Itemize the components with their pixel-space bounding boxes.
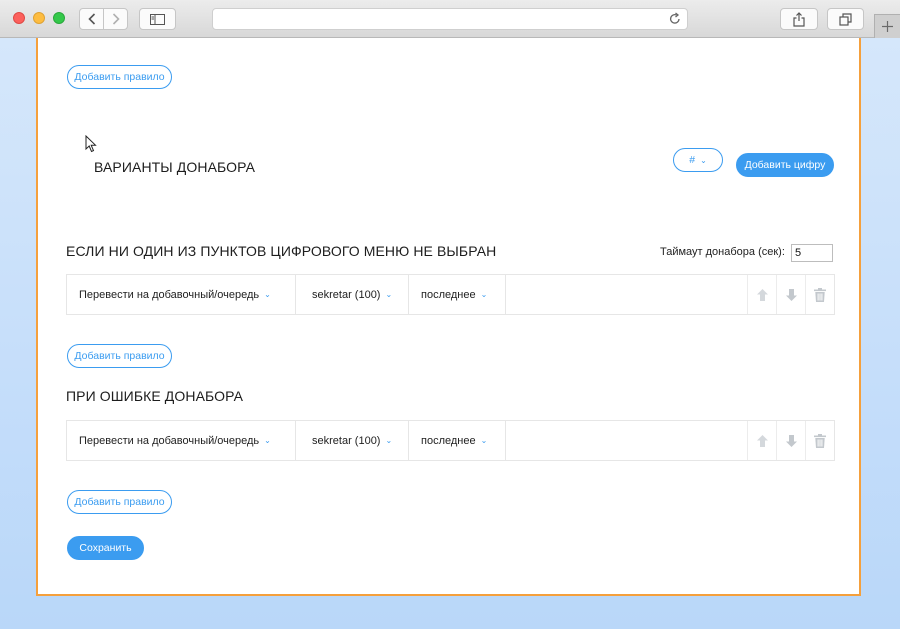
chevron-down-icon: ⌄ <box>385 436 393 445</box>
tabs-icon <box>839 12 852 26</box>
address-bar[interactable] <box>212 8 688 30</box>
delete-rule-button[interactable] <box>805 421 834 460</box>
minimize-window-button[interactable] <box>33 12 45 24</box>
new-tab-button[interactable] <box>874 14 900 38</box>
action-select[interactable]: Перевести на добавочный/очередь ⌄ <box>67 275 296 314</box>
trash-icon <box>814 433 826 448</box>
reload-icon <box>669 12 680 24</box>
arrow-down-icon <box>785 288 797 301</box>
add-rule-button-error[interactable]: Добавить правило <box>67 490 172 514</box>
share-button[interactable] <box>780 8 818 30</box>
target-select[interactable]: sekretar (100) ⌄ <box>296 421 409 460</box>
target-select[interactable]: sekretar (100) ⌄ <box>296 275 409 314</box>
chevron-down-icon: ⌄ <box>480 436 488 445</box>
no-selection-heading: ЕСЛИ НИ ОДИН ИЗ ПУНКТОВ ЦИФРОВОГО МЕНЮ Н… <box>66 243 497 259</box>
action-select-value: Перевести на добавочный/очередь <box>79 434 260 447</box>
mode-select-value: последнее <box>421 434 476 447</box>
delete-rule-button[interactable] <box>805 275 834 314</box>
add-digit-button[interactable]: Добавить цифру <box>736 153 834 177</box>
move-down-button[interactable] <box>776 275 805 314</box>
chevron-down-icon: ⌄ <box>480 290 488 299</box>
target-select-value: sekretar (100) <box>312 434 381 447</box>
close-window-button[interactable] <box>13 12 25 24</box>
arrow-up-icon <box>756 434 768 447</box>
zoom-window-button[interactable] <box>53 12 65 24</box>
timeout-input[interactable] <box>791 244 833 262</box>
mode-select[interactable]: последнее ⌄ <box>409 275 506 314</box>
no-selection-rule-row: Перевести на добавочный/очередь ⌄ sekret… <box>66 274 835 315</box>
chevron-down-icon: ⌄ <box>385 290 393 299</box>
back-icon <box>87 13 95 25</box>
sidebar-toggle-button[interactable] <box>139 8 176 30</box>
mode-select-value: последнее <box>421 288 476 301</box>
chevron-down-icon: ⌄ <box>264 436 271 445</box>
arrow-up-icon <box>756 288 768 301</box>
trash-icon <box>814 287 826 302</box>
action-select[interactable]: Перевести на добавочный/очередь ⌄ <box>67 421 296 460</box>
add-rule-button-top[interactable]: Добавить правило <box>67 65 172 89</box>
back-button[interactable] <box>79 8 104 30</box>
show-tabs-button[interactable] <box>827 8 864 30</box>
move-down-button[interactable] <box>776 421 805 460</box>
reload-button[interactable] <box>669 12 681 25</box>
action-select-value: Перевести на добавочный/очередь <box>79 288 260 301</box>
share-icon <box>793 11 805 27</box>
chevron-down-icon: ⌄ <box>264 290 271 299</box>
digit-select[interactable]: # ⌄ <box>673 148 723 172</box>
variants-heading: ВАРИАНТЫ ДОНАБОРА <box>94 159 256 175</box>
save-button[interactable]: Сохранить <box>67 536 144 560</box>
cursor-icon <box>85 135 97 153</box>
browser-titlebar <box>0 0 900 38</box>
ivr-settings-card: Добавить правило ВАРИАНТЫ ДОНАБОРА # ⌄ Д… <box>36 38 861 596</box>
timeout-label: Таймаут донабора (сек): <box>660 246 785 258</box>
error-rule-row: Перевести на добавочный/очередь ⌄ sekret… <box>66 420 835 461</box>
move-up-button[interactable] <box>747 421 776 460</box>
forward-button[interactable] <box>103 8 128 30</box>
new-tab-icon <box>882 21 893 32</box>
forward-icon <box>112 13 120 25</box>
error-heading: ПРИ ОШИБКЕ ДОНАБОРА <box>66 388 244 404</box>
move-up-button[interactable] <box>747 275 776 314</box>
digit-select-value: # <box>689 154 696 166</box>
target-select-value: sekretar (100) <box>312 288 381 301</box>
chevron-down-icon: ⌄ <box>700 155 707 165</box>
arrow-down-icon <box>785 434 797 447</box>
sidebar-icon <box>150 13 165 25</box>
mode-select[interactable]: последнее ⌄ <box>409 421 506 460</box>
add-rule-button-no-selection[interactable]: Добавить правило <box>67 344 172 368</box>
